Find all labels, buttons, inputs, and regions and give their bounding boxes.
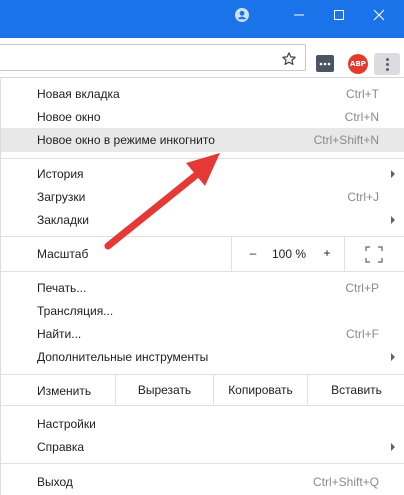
menu-item-history[interactable]: История: [1, 162, 404, 186]
menu-item-new-tab[interactable]: Новая вкладка Ctrl+T: [1, 82, 404, 106]
menu-item-label: Дополнительные инструменты: [37, 350, 209, 364]
menu-item-label: Новое окно: [37, 110, 101, 124]
address-bar[interactable]: [0, 44, 306, 71]
menu-item-label: Новое окно в режиме инкогнито: [37, 133, 215, 147]
zoom-out-button[interactable]: –: [246, 246, 260, 262]
menu-separator: [1, 463, 404, 464]
fullscreen-icon[interactable]: [365, 246, 383, 263]
menu-separator: [1, 158, 404, 159]
chrome-main-menu: Новая вкладка Ctrl+T Новое окно Ctrl+N Н…: [0, 79, 404, 495]
menu-item-label: Загрузки: [37, 190, 86, 204]
menu-item-help[interactable]: Справка: [1, 435, 404, 459]
menu-item-label: Печать...: [37, 281, 87, 295]
menu-item-label: Найти...: [37, 327, 82, 341]
cut-button-label: Вырезать: [137, 383, 192, 397]
adblock-icon[interactable]: ABP: [348, 54, 368, 74]
copy-button[interactable]: Копировать: [213, 374, 307, 406]
close-icon[interactable]: [364, 0, 394, 30]
zoom-row: Масштаб – 100 % +: [1, 237, 404, 271]
menu-item-new-incognito-window[interactable]: Новое окно в режиме инкогнито Ctrl+Shift…: [1, 128, 404, 152]
menu-item-label: Настройки: [37, 417, 96, 431]
menu-item-shortcut: Ctrl+J: [347, 190, 379, 204]
zoom-controls: – 100 % +: [231, 237, 345, 271]
three-dots-vertical-icon[interactable]: [374, 53, 400, 75]
menu-item-label: История: [37, 167, 84, 181]
ellipsis-extension-icon[interactable]: [316, 55, 334, 72]
paste-button-label: Вставить: [331, 383, 382, 397]
zoom-in-button[interactable]: +: [320, 246, 334, 262]
submenu-arrow-icon: [391, 170, 395, 178]
menu-item-shortcut: Ctrl+P: [345, 281, 379, 295]
menu-item-shortcut: Ctrl+Shift+N: [313, 133, 379, 147]
browser-toolbar: ABP: [0, 38, 404, 78]
menu-item-print[interactable]: Печать... Ctrl+P: [1, 276, 404, 300]
menu-item-shortcut: Ctrl+T: [346, 87, 379, 101]
menu-item-label: Выход: [37, 475, 73, 489]
menu-separator: [1, 271, 404, 272]
menu-item-shortcut: Ctrl+N: [344, 110, 379, 124]
window-titlebar: [0, 0, 404, 38]
menu-item-shortcut: Ctrl+Shift+Q: [312, 475, 379, 489]
submenu-arrow-icon: [391, 443, 395, 451]
profile-icon[interactable]: [228, 0, 256, 30]
zoom-label: Масштаб: [37, 247, 89, 261]
menu-item-more-tools[interactable]: Дополнительные инструменты: [1, 345, 404, 369]
minimize-icon[interactable]: [284, 0, 314, 30]
star-icon[interactable]: [281, 51, 299, 69]
menu-item-label: Справка: [37, 440, 85, 454]
menu-item-find[interactable]: Найти... Ctrl+F: [1, 322, 404, 346]
menu-item-exit[interactable]: Выход Ctrl+Shift+Q: [1, 470, 404, 494]
cut-button[interactable]: Вырезать: [115, 374, 213, 406]
menu-item-label: Новая вкладка: [37, 87, 120, 101]
zoom-level: 100 %: [271, 247, 307, 261]
menu-item-label: Трансляция...: [37, 304, 114, 318]
edit-label: Изменить: [37, 384, 92, 398]
maximize-icon[interactable]: [324, 0, 354, 30]
menu-item-settings[interactable]: Настройки: [1, 412, 404, 436]
menu-item-downloads[interactable]: Загрузки Ctrl+J: [1, 185, 404, 209]
menu-item-label: Закладки: [37, 213, 89, 227]
menu-item-new-window[interactable]: Новое окно Ctrl+N: [1, 105, 404, 129]
menu-item-bookmarks[interactable]: Закладки: [1, 208, 404, 232]
copy-button-label: Копировать: [228, 383, 293, 397]
submenu-arrow-icon: [391, 353, 395, 361]
paste-button[interactable]: Вставить: [307, 374, 404, 406]
submenu-arrow-icon: [391, 216, 395, 224]
edit-row: Изменить Вырезать Копировать Вставить: [1, 374, 404, 406]
menu-item-shortcut: Ctrl+F: [346, 327, 379, 341]
menu-item-cast[interactable]: Трансляция...: [1, 299, 404, 323]
